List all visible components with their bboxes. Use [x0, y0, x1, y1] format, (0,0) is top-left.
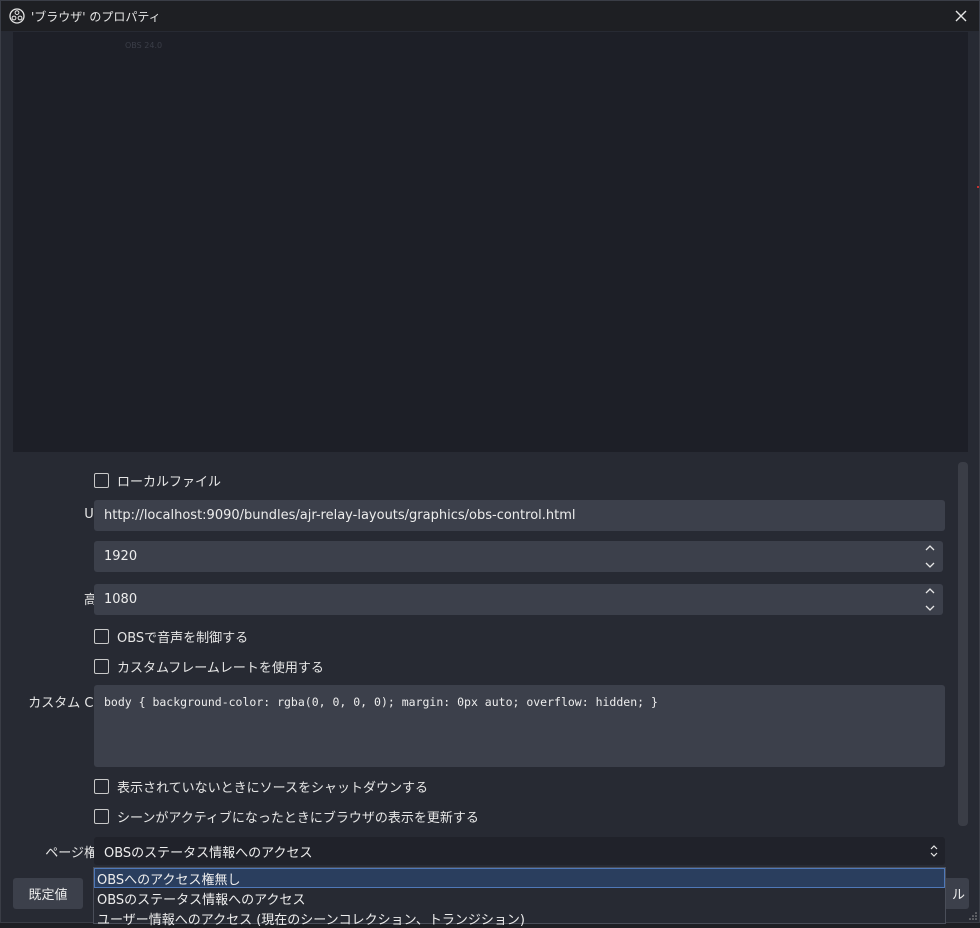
defaults-button-label: 既定値	[28, 888, 68, 903]
close-icon	[955, 10, 967, 22]
width-stepper[interactable]	[923, 544, 937, 569]
local-file-checkbox-row[interactable]: ローカルファイル	[94, 471, 221, 490]
url-value: http://localhost:9090/bundles/ajr-relay-…	[104, 508, 576, 523]
refresh-checkbox[interactable]	[94, 809, 109, 824]
custom-fps-checkbox[interactable]	[94, 659, 109, 674]
dropdown-option-read-status[interactable]: OBSのステータス情報へのアクセス	[94, 888, 945, 908]
chevron-up-icon[interactable]	[925, 544, 935, 551]
page-permissions-dropdown-list[interactable]: OBSへのアクセス権無し OBSのステータス情報へのアクセス ユーザー情報へのア…	[93, 867, 946, 928]
defaults-button[interactable]: 既定値	[13, 878, 83, 909]
browser-preview: OBS 24.0	[13, 32, 968, 452]
chevron-down-icon[interactable]	[925, 605, 935, 612]
window-title: 'ブラウザ' のプロパティ	[31, 9, 161, 24]
width-spinbox[interactable]: 1920	[94, 541, 943, 572]
dropdown-option-read-user-info[interactable]: ユーザー情報へのアクセス (現在のシーンコレクション、トランジション)	[94, 908, 945, 928]
chevron-up-icon[interactable]	[925, 587, 935, 594]
local-file-label: ローカルファイル	[117, 475, 222, 490]
shutdown-checkbox[interactable]	[94, 779, 109, 794]
dropdown-option-label: ユーザー情報へのアクセス (現在のシーンコレクション、トランジション)	[97, 912, 525, 928]
dropdown-option-no-access[interactable]: OBSへのアクセス権無し	[94, 868, 945, 888]
chevron-down-icon[interactable]	[925, 562, 935, 569]
custom-fps-label: カスタムフレームレートを使用する	[117, 661, 324, 676]
title-bar[interactable]: 'ブラウザ' のプロパティ	[1, 1, 979, 31]
control-audio-checkbox[interactable]	[94, 629, 109, 644]
edge-marker	[977, 186, 979, 188]
cancel-button-label: ル	[951, 888, 965, 903]
properties-scrollbar[interactable]	[958, 462, 968, 826]
custom-css-textarea[interactable]: body { background-color: rgba(0, 0, 0, 0…	[94, 685, 945, 767]
custom-fps-checkbox-row[interactable]: カスタムフレームレートを使用する	[94, 657, 324, 676]
shutdown-checkbox-row[interactable]: 表示されていないときにソースをシャットダウンする	[94, 777, 428, 796]
height-spinbox[interactable]: 1080	[94, 584, 943, 615]
width-value: 1920	[104, 549, 138, 564]
select-arrows-icon	[930, 845, 938, 857]
obs-logo-icon	[9, 8, 25, 24]
control-audio-label: OBSで音声を制御する	[117, 631, 249, 646]
preview-faint-text: OBS 24.0	[125, 41, 163, 50]
refresh-checkbox-row[interactable]: シーンがアクティブになったときにブラウザの表示を更新する	[94, 807, 479, 826]
resize-grip-icon[interactable]	[969, 912, 977, 920]
page-permissions-value: OBSのステータス情報へのアクセス	[104, 845, 313, 861]
custom-css-value: body { background-color: rgba(0, 0, 0, 0…	[104, 695, 658, 709]
dropdown-option-label: OBSへのアクセス権無し	[97, 872, 241, 888]
page-permissions-select[interactable]: OBSのステータス情報へのアクセス	[94, 837, 945, 865]
local-file-checkbox[interactable]	[94, 473, 109, 488]
refresh-label: シーンがアクティブになったときにブラウザの表示を更新する	[117, 811, 479, 826]
control-audio-checkbox-row[interactable]: OBSで音声を制御する	[94, 627, 248, 646]
properties-window: 'ブラウザ' のプロパティ OBS 24.0 ローカルファイル URL http…	[0, 0, 980, 928]
dropdown-option-label: OBSのステータス情報へのアクセス	[97, 892, 306, 908]
height-value: 1080	[104, 592, 138, 607]
height-stepper[interactable]	[923, 587, 937, 612]
url-input[interactable]: http://localhost:9090/bundles/ajr-relay-…	[94, 500, 945, 531]
shutdown-label: 表示されていないときにソースをシャットダウンする	[117, 781, 428, 796]
close-button[interactable]	[951, 6, 971, 26]
